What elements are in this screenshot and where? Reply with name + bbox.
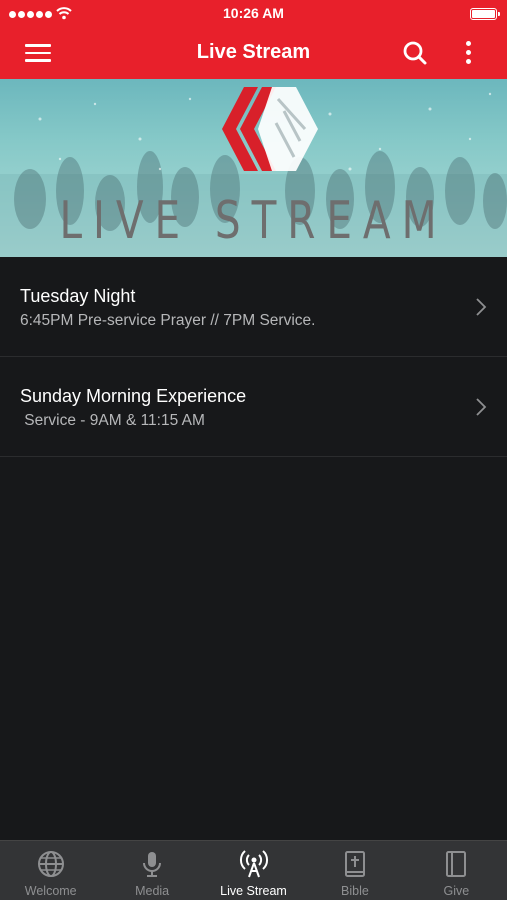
chevron-right-icon [476,298,487,316]
tab-label: Media [135,884,170,898]
list-item[interactable]: Tuesday Night 6:45PM Pre-service Prayer … [0,257,507,357]
battery-icon [470,8,500,20]
bottom-tab-bar: Welcome Media Live Stream Bible Give [0,840,507,900]
live-stream-banner: LIVE STREAM [0,79,507,257]
list-item-subtitle: 6:45PM Pre-service Prayer // 7PM Service… [20,312,316,329]
tab-label: Live Stream [220,884,287,898]
tab-live-stream[interactable]: Live Stream [203,841,304,900]
globe-icon [37,851,64,877]
tab-label: Bible [341,884,369,898]
tab-label: Welcome [24,884,77,898]
list-item-title: Tuesday Night [20,286,136,306]
tab-welcome[interactable]: Welcome [0,841,101,900]
tab-label: Give [443,884,470,898]
broadcast-icon [239,850,268,878]
status-time: 10:26 AM [223,5,284,21]
list-item[interactable]: Sunday Morning Experience Service - 9AM … [0,357,507,457]
bible-icon [344,851,365,877]
tab-media[interactable]: Media [101,841,202,900]
more-vertical-icon[interactable] [457,39,479,69]
search-icon[interactable] [400,39,430,69]
stream-list: Tuesday Night 6:45PM Pre-service Prayer … [0,257,507,457]
tab-give[interactable]: Give [406,841,507,900]
status-bar: 10:26 AM [0,0,507,27]
chevron-right-icon [476,398,487,416]
book-icon [446,851,467,877]
page-title: Live Stream [196,41,311,63]
list-item-title: Sunday Morning Experience [20,386,247,406]
microphone-icon [143,852,162,877]
app-bar: Live Stream [0,27,507,79]
banner-title: LIVE STREAM [59,191,448,251]
tab-bible[interactable]: Bible [304,841,405,900]
list-item-subtitle: Service - 9AM & 11:15 AM [20,412,205,429]
